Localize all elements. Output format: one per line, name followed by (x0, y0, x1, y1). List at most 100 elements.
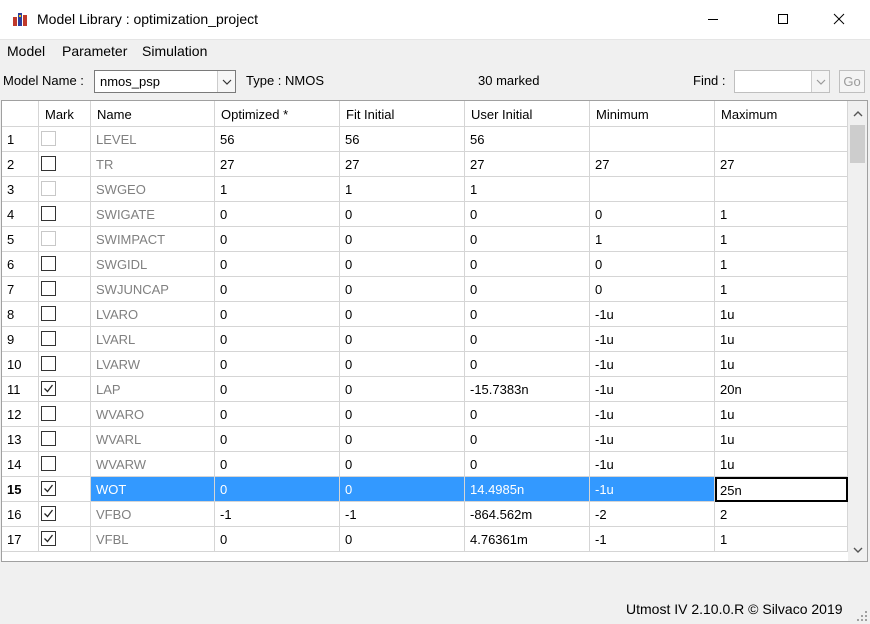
table-row[interactable]: 4 SWIGATE 0 0 0 0 1 (2, 202, 848, 227)
checkbox-icon[interactable] (41, 456, 56, 471)
table-row[interactable]: 5 SWIMPACT 0 0 0 1 1 (2, 227, 848, 252)
optimized-cell[interactable]: 0 (215, 427, 340, 452)
name-cell[interactable]: SWIGATE (91, 202, 215, 227)
maximum-cell[interactable]: 1u (715, 352, 848, 377)
maximum-cell[interactable]: 1 (715, 202, 848, 227)
minimum-cell[interactable] (590, 177, 715, 202)
mark-cell[interactable] (39, 227, 91, 252)
minimum-cell[interactable]: 27 (590, 152, 715, 177)
optimized-cell[interactable]: 0 (215, 477, 340, 502)
name-cell[interactable]: LAP (91, 377, 215, 402)
mark-cell[interactable] (39, 377, 91, 402)
fit-initial-cell[interactable]: 0 (340, 402, 465, 427)
optimized-cell[interactable]: 27 (215, 152, 340, 177)
mark-cell[interactable] (39, 402, 91, 427)
row-number-cell[interactable]: 11 (2, 377, 39, 402)
fit-initial-cell[interactable]: 0 (340, 452, 465, 477)
fit-initial-cell[interactable]: 0 (340, 427, 465, 452)
optimized-cell[interactable]: 0 (215, 452, 340, 477)
fit-initial-cell[interactable]: 0 (340, 477, 465, 502)
maximize-button[interactable] (760, 0, 806, 38)
name-cell[interactable]: SWIMPACT (91, 227, 215, 252)
optimized-cell[interactable]: 56 (215, 127, 340, 152)
checkbox-icon[interactable] (41, 331, 56, 346)
maximum-cell[interactable]: 1 (715, 527, 848, 552)
table-row[interactable]: 10 LVARW 0 0 0 -1u 1u (2, 352, 848, 377)
name-cell[interactable]: SWGIDL (91, 252, 215, 277)
minimum-cell[interactable]: -1u (590, 452, 715, 477)
minimize-button[interactable] (690, 0, 736, 38)
name-cell[interactable]: LVARW (91, 352, 215, 377)
row-number-cell[interactable]: 16 (2, 502, 39, 527)
vertical-scrollbar[interactable] (848, 101, 867, 561)
table-row[interactable]: 3 SWGEO 1 1 1 (2, 177, 848, 202)
chevron-down-icon[interactable] (217, 71, 235, 92)
optimized-cell[interactable]: 0 (215, 377, 340, 402)
resize-grip-icon[interactable] (856, 610, 868, 622)
user-initial-cell[interactable]: 0 (465, 252, 590, 277)
name-cell[interactable]: LVARL (91, 327, 215, 352)
maximum-cell[interactable]: 1u (715, 452, 848, 477)
optimized-cell[interactable]: 0 (215, 302, 340, 327)
minimum-cell[interactable]: -1u (590, 352, 715, 377)
user-initial-cell[interactable]: -15.7383n (465, 377, 590, 402)
row-number-cell[interactable]: 4 (2, 202, 39, 227)
row-number-cell[interactable]: 17 (2, 527, 39, 552)
optimized-cell[interactable]: 0 (215, 252, 340, 277)
checkbox-checked-icon[interactable] (41, 381, 56, 396)
minimum-cell[interactable]: -1u (590, 477, 715, 502)
mark-cell[interactable] (39, 327, 91, 352)
fit-initial-cell[interactable]: 0 (340, 527, 465, 552)
maximum-cell[interactable]: 1u (715, 402, 848, 427)
menu-simulation[interactable]: Simulation (142, 43, 207, 59)
name-cell[interactable]: TR (91, 152, 215, 177)
fit-initial-cell[interactable]: 0 (340, 302, 465, 327)
checkbox-icon[interactable] (41, 356, 56, 371)
table-row[interactable]: 11 LAP 0 0 -15.7383n -1u 20n (2, 377, 848, 402)
row-number-cell[interactable]: 1 (2, 127, 39, 152)
user-initial-cell[interactable]: 0 (465, 327, 590, 352)
table-row[interactable]: 13 WVARL 0 0 0 -1u 1u (2, 427, 848, 452)
minimum-cell[interactable]: -2 (590, 502, 715, 527)
name-cell[interactable]: VFBL (91, 527, 215, 552)
maximum-cell[interactable]: 1u (715, 427, 848, 452)
user-initial-cell[interactable]: 1 (465, 177, 590, 202)
fit-initial-cell[interactable]: 27 (340, 152, 465, 177)
row-number-cell[interactable]: 9 (2, 327, 39, 352)
minimum-cell[interactable]: 0 (590, 252, 715, 277)
col-header-optimized[interactable]: Optimized * (215, 101, 340, 127)
checkbox-icon[interactable] (41, 256, 56, 271)
checkbox-checked-icon[interactable] (41, 506, 56, 521)
fit-initial-cell[interactable]: 0 (340, 227, 465, 252)
maximum-cell[interactable]: 20n (715, 377, 848, 402)
fit-initial-cell[interactable]: 0 (340, 277, 465, 302)
fit-initial-cell[interactable]: 0 (340, 352, 465, 377)
fit-initial-cell[interactable]: 1 (340, 177, 465, 202)
table-row[interactable]: 7 SWJUNCAP 0 0 0 0 1 (2, 277, 848, 302)
user-initial-cell[interactable]: 0 (465, 227, 590, 252)
optimized-cell[interactable]: -1 (215, 502, 340, 527)
row-number-cell[interactable]: 2 (2, 152, 39, 177)
maximum-cell[interactable] (715, 127, 848, 152)
minimum-cell[interactable]: -1u (590, 402, 715, 427)
user-initial-cell[interactable]: 27 (465, 152, 590, 177)
user-initial-cell[interactable]: 4.76361m (465, 527, 590, 552)
col-header-minimum[interactable]: Minimum (590, 101, 715, 127)
table-row[interactable]: 1 LEVEL 56 56 56 (2, 127, 848, 152)
minimum-cell[interactable] (590, 127, 715, 152)
row-number-cell[interactable]: 14 (2, 452, 39, 477)
scrollbar-thumb[interactable] (850, 125, 865, 163)
col-header-maximum[interactable]: Maximum (715, 101, 848, 127)
user-initial-cell[interactable]: 0 (465, 277, 590, 302)
table-row[interactable]: 12 WVARO 0 0 0 -1u 1u (2, 402, 848, 427)
name-cell[interactable]: WVARO (91, 402, 215, 427)
fit-initial-cell[interactable]: 56 (340, 127, 465, 152)
mark-cell[interactable] (39, 152, 91, 177)
mark-cell[interactable] (39, 502, 91, 527)
row-number-cell[interactable]: 10 (2, 352, 39, 377)
table-row[interactable]: 16 VFBO -1 -1 -864.562m -2 2 (2, 502, 848, 527)
close-button[interactable] (816, 0, 862, 38)
fit-initial-cell[interactable]: -1 (340, 502, 465, 527)
minimum-cell[interactable]: 0 (590, 277, 715, 302)
maximum-cell[interactable]: 25n (715, 477, 848, 502)
